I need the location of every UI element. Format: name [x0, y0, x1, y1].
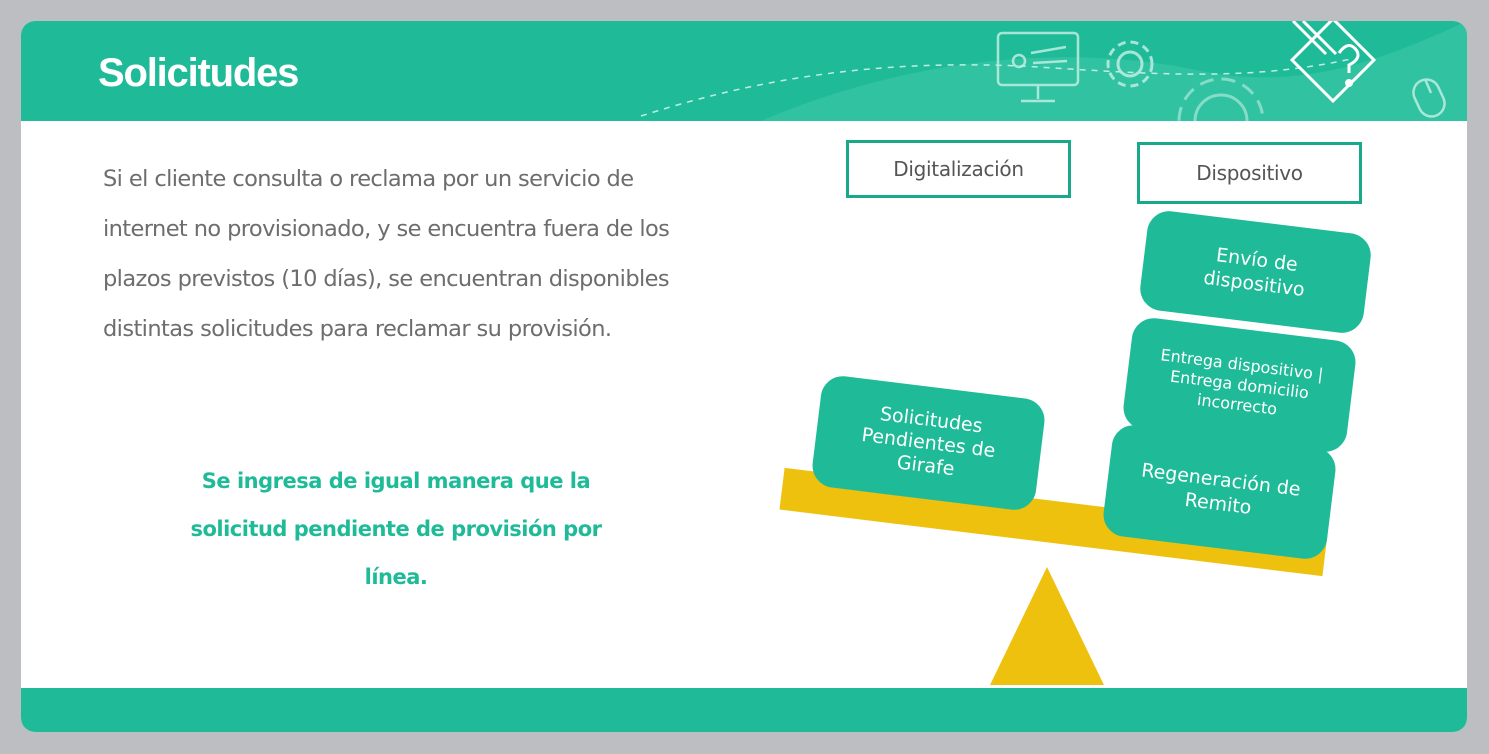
balance-fulcrum — [990, 567, 1104, 685]
digitalizacion-label: Digitalización — [846, 140, 1071, 198]
highlight-note: Se ingresa de igual manera que la solici… — [190, 469, 602, 589]
dispositivo-label: Dispositivo — [1137, 142, 1362, 204]
tag-envio-dispositivo: Envío de dispositivo — [1137, 208, 1374, 336]
slide: Solicitudes Si el cliente consulta o rec… — [21, 21, 1467, 732]
page-title: Solicitudes — [98, 51, 299, 95]
header-banner: Solicitudes — [21, 21, 1467, 121]
description-paragraph: Si el cliente consulta o reclama por un … — [103, 166, 670, 342]
footer-bar — [21, 688, 1467, 732]
